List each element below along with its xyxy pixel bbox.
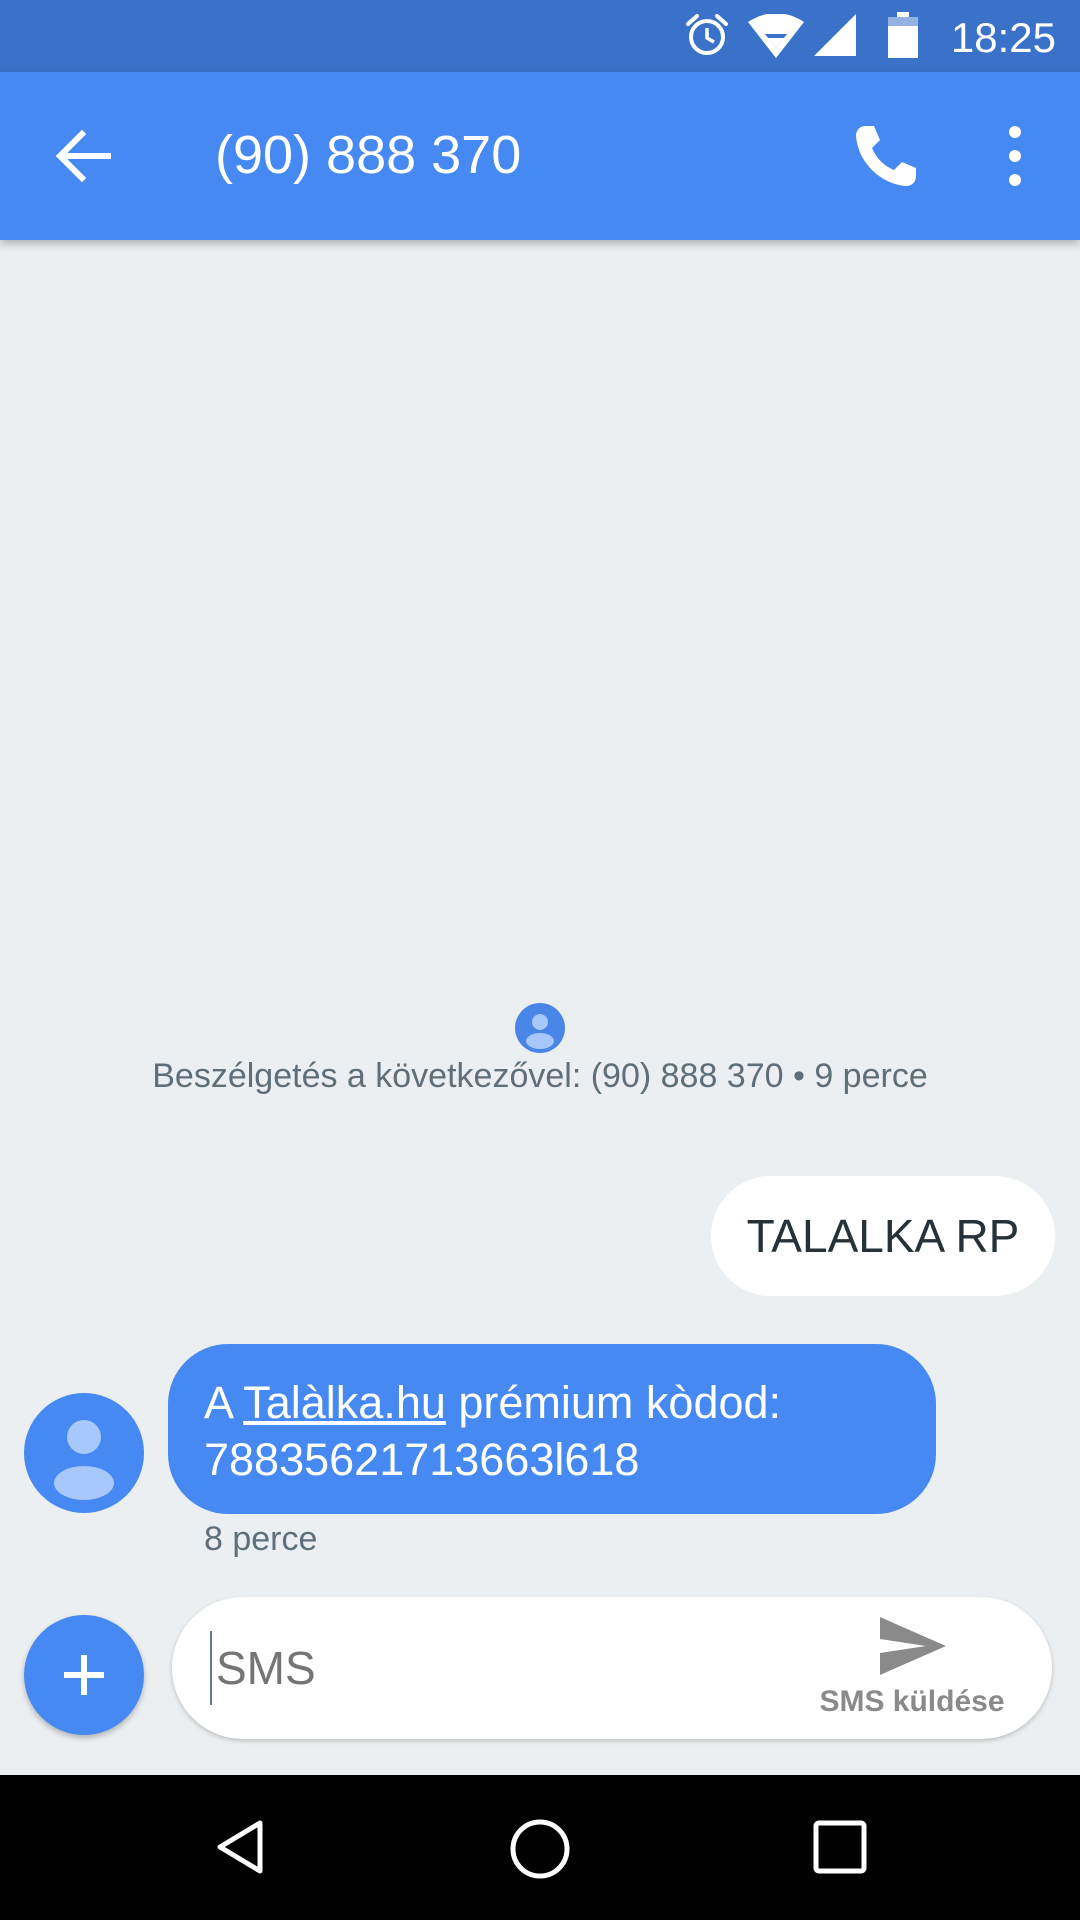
sender-avatar[interactable]: [24, 1393, 144, 1513]
send-label: SMS küldése: [819, 1685, 1005, 1718]
outgoing-message[interactable]: TALALKA RP: [711, 1176, 1055, 1296]
conversation-header: Beszélgetés a következővel: (90) 888 370…: [152, 1057, 928, 1095]
person-icon: [54, 1420, 114, 1500]
status-bar: 18:25: [0, 0, 1080, 72]
send-icon: [880, 1617, 946, 1675]
message-link[interactable]: Talàlka.hu: [243, 1377, 446, 1428]
cell-signal-icon: [814, 14, 856, 56]
wifi-icon: [748, 14, 804, 58]
person-icon: [526, 1014, 554, 1049]
add-attachment-button[interactable]: [24, 1615, 144, 1735]
message-suffix: prémium kòdod:: [445, 1377, 782, 1428]
message-prefix: A: [204, 1377, 244, 1428]
incoming-message[interactable]: A Talàlka.hu prémium kòdod: 788356217136…: [168, 1344, 936, 1514]
app-bar: (90) 888 370: [0, 72, 1080, 240]
home-circle-icon[interactable]: [508, 1817, 572, 1881]
alarm-icon: [686, 14, 728, 55]
contact-avatar-small: [515, 1003, 565, 1053]
navigation-bar: [0, 1775, 1080, 1920]
back-arrow-icon[interactable]: [40, 116, 130, 196]
recents-square-icon[interactable]: [812, 1819, 868, 1875]
message-input[interactable]: [210, 1631, 790, 1705]
phone-icon[interactable]: [846, 116, 926, 196]
compose-bar: SMS küldése: [172, 1597, 1052, 1739]
message-timestamp: 8 perce: [204, 1520, 318, 1558]
send-button[interactable]: SMS küldése: [812, 1615, 1012, 1725]
message-text: TALALKA RP: [746, 1210, 1020, 1262]
battery-icon: [888, 12, 918, 58]
more-vert-icon[interactable]: [975, 116, 1055, 196]
plus-icon: [64, 1655, 104, 1695]
conversation-title: (90) 888 370: [215, 125, 522, 185]
message-code: 78835621713663l618: [204, 1434, 640, 1485]
back-triangle-icon[interactable]: [210, 1817, 270, 1877]
status-time: 18:25: [950, 14, 1056, 61]
